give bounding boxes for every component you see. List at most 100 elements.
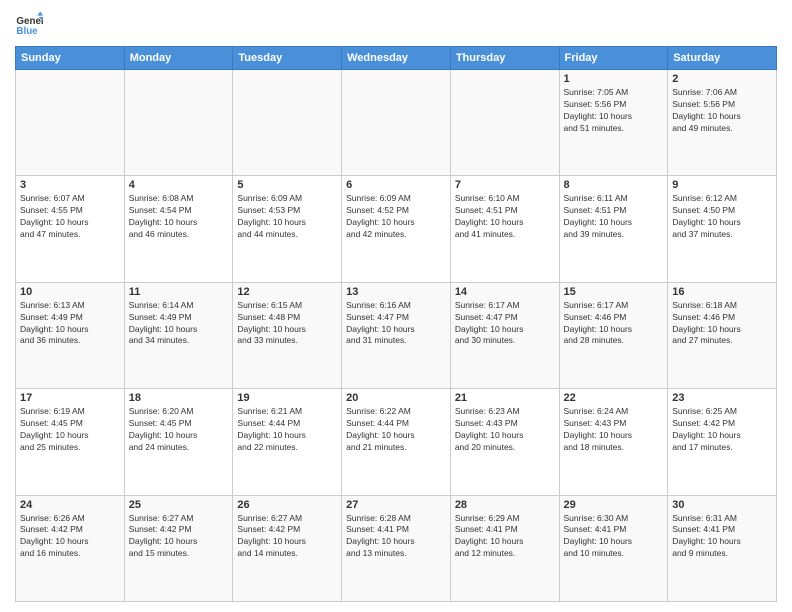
day-cell	[450, 70, 559, 176]
page: General Blue SundayMondayTuesdayWednesda…	[0, 0, 792, 612]
header-cell-wednesday: Wednesday	[342, 47, 451, 70]
day-cell: 21Sunrise: 6:23 AM Sunset: 4:43 PM Dayli…	[450, 389, 559, 495]
day-info: Sunrise: 6:22 AM Sunset: 4:44 PM Dayligh…	[346, 406, 446, 454]
day-number: 2	[672, 73, 772, 85]
day-number: 3	[20, 179, 120, 191]
logo-icon: General Blue	[15, 10, 43, 38]
day-cell: 4 Sunrise: 6:08 AM Sunset: 4:54 PM Daylig…	[124, 176, 233, 282]
day-cell: 1 Sunrise: 7:05 AM Sunset: 5:56 PM Daylig…	[559, 70, 668, 176]
day-number: 30	[672, 499, 772, 511]
day-cell: 18 Sunrise: 6:20 AM Sunset: 4:45 PM Dayli…	[124, 389, 233, 495]
day-info: Sunrise: 6:10 AM Sunset: 4:51 PM Dayligh…	[455, 193, 555, 241]
day-info: Sunrise: 6:18 AM Sunset: 4:46 PM Dayligh…	[672, 300, 772, 348]
header-cell-sunday: Sunday	[16, 47, 125, 70]
week-row-3: 17Sunrise: 6:19 AM Sunset: 4:45 PM Dayli…	[16, 389, 777, 495]
day-info: Sunrise: 6:09 AM Sunset: 4:52 PM Dayligh…	[346, 193, 446, 241]
day-cell: 19 Sunrise: 6:21 AM Sunset: 4:44 PM Dayli…	[233, 389, 342, 495]
day-info: Sunrise: 6:08 AM Sunset: 4:54 PM Dayligh…	[129, 193, 229, 241]
week-row-0: 1 Sunrise: 7:05 AM Sunset: 5:56 PM Daylig…	[16, 70, 777, 176]
week-row-4: 24 Sunrise: 6:26 AM Sunset: 4:42 PM Dayli…	[16, 495, 777, 601]
day-cell	[342, 70, 451, 176]
day-info: Sunrise: 7:06 AM Sunset: 5:56 PM Dayligh…	[672, 87, 772, 135]
day-number: 10	[20, 286, 120, 298]
day-info: Sunrise: 6:21 AM Sunset: 4:44 PM Dayligh…	[237, 406, 337, 454]
header-cell-saturday: Saturday	[668, 47, 777, 70]
day-cell: 10 Sunrise: 6:13 AM Sunset: 4:49 PM Dayli…	[16, 282, 125, 388]
header: General Blue	[15, 10, 777, 38]
day-info: Sunrise: 6:07 AM Sunset: 4:55 PM Dayligh…	[20, 193, 120, 241]
day-number: 18	[129, 392, 229, 404]
day-cell: 16 Sunrise: 6:18 AM Sunset: 4:46 PM Dayli…	[668, 282, 777, 388]
day-cell: 20Sunrise: 6:22 AM Sunset: 4:44 PM Dayli…	[342, 389, 451, 495]
day-number: 5	[237, 179, 337, 191]
day-info: Sunrise: 6:31 AM Sunset: 4:41 PM Dayligh…	[672, 513, 772, 561]
day-number: 23	[672, 392, 772, 404]
day-info: Sunrise: 6:11 AM Sunset: 4:51 PM Dayligh…	[564, 193, 664, 241]
day-cell: 27Sunrise: 6:28 AM Sunset: 4:41 PM Dayli…	[342, 495, 451, 601]
day-cell: 14 Sunrise: 6:17 AM Sunset: 4:47 PM Dayli…	[450, 282, 559, 388]
day-cell: 28Sunrise: 6:29 AM Sunset: 4:41 PM Dayli…	[450, 495, 559, 601]
day-number: 4	[129, 179, 229, 191]
day-info: Sunrise: 6:27 AM Sunset: 4:42 PM Dayligh…	[129, 513, 229, 561]
day-number: 24	[20, 499, 120, 511]
day-cell	[233, 70, 342, 176]
day-info: Sunrise: 6:13 AM Sunset: 4:49 PM Dayligh…	[20, 300, 120, 348]
day-cell: 11Sunrise: 6:14 AM Sunset: 4:49 PM Dayli…	[124, 282, 233, 388]
day-info: Sunrise: 6:26 AM Sunset: 4:42 PM Dayligh…	[20, 513, 120, 561]
header-cell-friday: Friday	[559, 47, 668, 70]
day-info: Sunrise: 7:05 AM Sunset: 5:56 PM Dayligh…	[564, 87, 664, 135]
day-cell: 15 Sunrise: 6:17 AM Sunset: 4:46 PM Dayli…	[559, 282, 668, 388]
day-number: 27	[346, 499, 446, 511]
day-cell: 26Sunrise: 6:27 AM Sunset: 4:42 PM Dayli…	[233, 495, 342, 601]
day-number: 6	[346, 179, 446, 191]
day-cell: 22 Sunrise: 6:24 AM Sunset: 4:43 PM Dayli…	[559, 389, 668, 495]
day-number: 14	[455, 286, 555, 298]
day-cell: 8 Sunrise: 6:11 AM Sunset: 4:51 PM Daylig…	[559, 176, 668, 282]
calendar-table: SundayMondayTuesdayWednesdayThursdayFrid…	[15, 46, 777, 602]
day-cell: 6 Sunrise: 6:09 AM Sunset: 4:52 PM Daylig…	[342, 176, 451, 282]
day-number: 26	[237, 499, 337, 511]
day-cell	[124, 70, 233, 176]
day-number: 13	[346, 286, 446, 298]
day-cell: 2 Sunrise: 7:06 AM Sunset: 5:56 PM Daylig…	[668, 70, 777, 176]
day-number: 15	[564, 286, 664, 298]
day-number: 22	[564, 392, 664, 404]
day-number: 12	[237, 286, 337, 298]
header-cell-tuesday: Tuesday	[233, 47, 342, 70]
day-info: Sunrise: 6:09 AM Sunset: 4:53 PM Dayligh…	[237, 193, 337, 241]
day-info: Sunrise: 6:19 AM Sunset: 4:45 PM Dayligh…	[20, 406, 120, 454]
day-cell: 24 Sunrise: 6:26 AM Sunset: 4:42 PM Dayli…	[16, 495, 125, 601]
header-cell-monday: Monday	[124, 47, 233, 70]
week-row-2: 10 Sunrise: 6:13 AM Sunset: 4:49 PM Dayli…	[16, 282, 777, 388]
day-number: 9	[672, 179, 772, 191]
day-number: 11	[129, 286, 229, 298]
day-info: Sunrise: 6:17 AM Sunset: 4:46 PM Dayligh…	[564, 300, 664, 348]
svg-text:Blue: Blue	[16, 26, 38, 37]
day-cell: 9 Sunrise: 6:12 AM Sunset: 4:50 PM Daylig…	[668, 176, 777, 282]
day-info: Sunrise: 6:20 AM Sunset: 4:45 PM Dayligh…	[129, 406, 229, 454]
logo: General Blue	[15, 10, 45, 38]
day-info: Sunrise: 6:16 AM Sunset: 4:47 PM Dayligh…	[346, 300, 446, 348]
day-info: Sunrise: 6:17 AM Sunset: 4:47 PM Dayligh…	[455, 300, 555, 348]
calendar-header: SundayMondayTuesdayWednesdayThursdayFrid…	[16, 47, 777, 70]
day-info: Sunrise: 6:12 AM Sunset: 4:50 PM Dayligh…	[672, 193, 772, 241]
day-number: 1	[564, 73, 664, 85]
day-cell: 30 Sunrise: 6:31 AM Sunset: 4:41 PM Dayli…	[668, 495, 777, 601]
day-cell: 5 Sunrise: 6:09 AM Sunset: 4:53 PM Daylig…	[233, 176, 342, 282]
day-number: 8	[564, 179, 664, 191]
day-number: 21	[455, 392, 555, 404]
day-number: 16	[672, 286, 772, 298]
day-info: Sunrise: 6:30 AM Sunset: 4:41 PM Dayligh…	[564, 513, 664, 561]
day-number: 25	[129, 499, 229, 511]
day-number: 19	[237, 392, 337, 404]
day-cell: 13 Sunrise: 6:16 AM Sunset: 4:47 PM Dayli…	[342, 282, 451, 388]
day-cell: 29 Sunrise: 6:30 AM Sunset: 4:41 PM Dayli…	[559, 495, 668, 601]
day-cell: 3 Sunrise: 6:07 AM Sunset: 4:55 PM Daylig…	[16, 176, 125, 282]
calendar-body: 1 Sunrise: 7:05 AM Sunset: 5:56 PM Daylig…	[16, 70, 777, 602]
day-info: Sunrise: 6:24 AM Sunset: 4:43 PM Dayligh…	[564, 406, 664, 454]
week-row-1: 3 Sunrise: 6:07 AM Sunset: 4:55 PM Daylig…	[16, 176, 777, 282]
day-info: Sunrise: 6:29 AM Sunset: 4:41 PM Dayligh…	[455, 513, 555, 561]
day-number: 29	[564, 499, 664, 511]
day-info: Sunrise: 6:15 AM Sunset: 4:48 PM Dayligh…	[237, 300, 337, 348]
day-cell: 25 Sunrise: 6:27 AM Sunset: 4:42 PM Dayli…	[124, 495, 233, 601]
